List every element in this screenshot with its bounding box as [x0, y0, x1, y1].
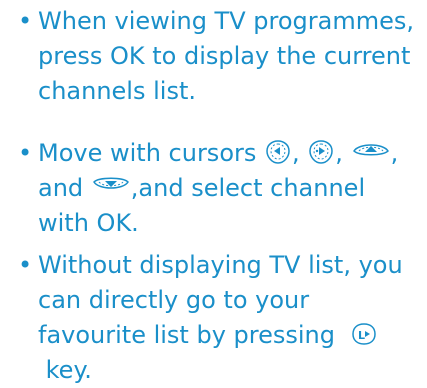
bullet-point: •	[18, 7, 33, 35]
bullet-point: •	[18, 251, 33, 279]
manual-page: • When viewing TV programmes, press OK t…	[0, 0, 427, 384]
svg-text:L: L	[358, 329, 365, 342]
cursor-down-icon	[91, 174, 131, 194]
list-item-text-container: Without displaying TV list, you can dire…	[18, 248, 418, 388]
cursor-right-icon	[307, 139, 335, 165]
list-item-text: Without displaying TV list, you can dire…	[38, 251, 403, 349]
list-item: • Without displaying TV list, you can di…	[18, 248, 418, 388]
favourite-list-key-icon: L	[350, 321, 378, 347]
list-item-text: When viewing TV programmes, press OK to …	[38, 7, 414, 105]
separator-text: ,	[335, 139, 343, 167]
list-item: • Move with cursors , , , and ,and selec…	[18, 136, 418, 241]
list-item-text: and	[38, 174, 84, 202]
cursor-up-icon	[351, 139, 391, 159]
list-item-text-container: Move with cursors , , , and ,and select …	[18, 136, 418, 241]
separator-text: ,	[292, 139, 300, 167]
separator-text: ,	[390, 139, 399, 167]
list-item-text: key.	[45, 356, 92, 384]
list-item-text: ,and select channel with OK.	[38, 174, 366, 237]
list-item: • When viewing TV programmes, press OK t…	[18, 4, 418, 109]
cursor-left-icon	[264, 139, 292, 165]
list-item-text: Move with cursors	[38, 139, 257, 167]
bullet-point: •	[18, 139, 33, 167]
